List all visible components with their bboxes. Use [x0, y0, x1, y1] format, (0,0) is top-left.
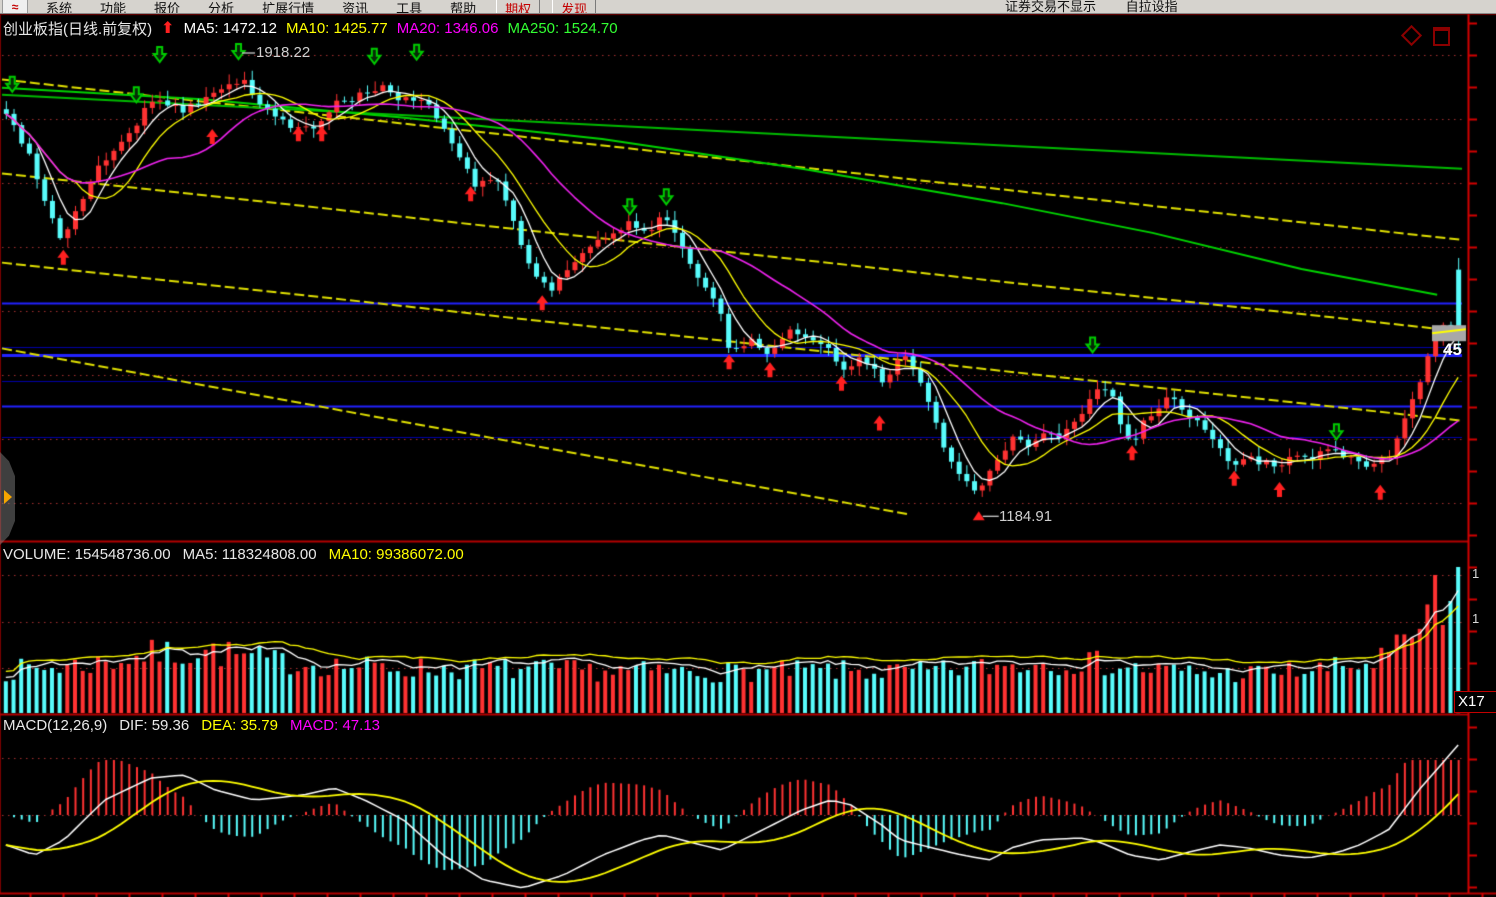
menu-item-options[interactable]: 期权: [496, 0, 540, 14]
macd-dif: DIF: 59.36: [119, 717, 189, 734]
kline-chart-canvas[interactable]: [0, 0, 1496, 897]
trend-up-arrow-icon: ⬆: [161, 24, 174, 34]
status-trade-display[interactable]: 证券交易不显示: [1005, 0, 1096, 14]
menu-item-system[interactable]: 系统: [32, 0, 86, 14]
ma20-legend: MA20: 1346.06: [397, 20, 499, 37]
volume-ma10: MA10: 99386072.00: [329, 546, 464, 563]
macd-value: MACD: 47.13: [290, 717, 380, 734]
high-price-label: 1918.22: [256, 44, 310, 61]
page-title: 创业板指(日线.前复权): [3, 18, 152, 39]
ma250-legend: MA250: 1524.70: [507, 20, 617, 37]
macd-title: MACD(12,26,9): [3, 717, 107, 734]
menu-item-tools[interactable]: 工具: [382, 0, 436, 14]
menu-bar: ≈ 系统 功能 报价 分析 扩展行情 资讯 工具 帮助 期权 发现 证券交易不显…: [0, 0, 1496, 14]
status-custom-indicator[interactable]: 自拉设指: [1126, 0, 1178, 14]
terminal-window: ≈ 系统 功能 报价 分析 扩展行情 资讯 工具 帮助 期权 发现 证券交易不显…: [0, 0, 1496, 897]
volume-axis-label-2: 1: [1472, 611, 1479, 626]
macd-dea: DEA: 35.79: [201, 717, 278, 734]
volume-header: VOLUME: 154548736.00 MA5: 118324808.00 M…: [3, 546, 464, 563]
volume-ma5: MA5: 118324808.00: [183, 546, 317, 563]
last-price-partial-label: 45: [1443, 340, 1462, 360]
expand-arrow-icon: [4, 490, 12, 504]
menu-item-analysis[interactable]: 分析: [194, 0, 248, 14]
menu-item-quotes[interactable]: 报价: [140, 0, 194, 14]
volume-value: VOLUME: 154548736.00: [3, 546, 171, 563]
menu-item-news[interactable]: 资讯: [328, 0, 382, 14]
macd-header: MACD(12,26,9) DIF: 59.36 DEA: 35.79 MACD…: [3, 717, 380, 734]
menu-item-function[interactable]: 功能: [86, 0, 140, 14]
volume-scale-badge: X17: [1454, 691, 1496, 713]
ma5-legend: MA5: 1472.12: [184, 20, 277, 37]
volume-axis-label-1: 1: [1472, 566, 1479, 581]
main-chart-header: 创业板指(日线.前复权) ⬆ MA5: 1472.12 MA10: 1425.7…: [3, 18, 618, 39]
window-tile-icon[interactable]: [1433, 27, 1450, 46]
ma10-legend: MA10: 1425.77: [286, 20, 388, 37]
menu-item-discover[interactable]: 发现: [552, 0, 596, 14]
menu-item-help[interactable]: 帮助: [436, 0, 490, 14]
menu-item-extended[interactable]: 扩展行情: [248, 0, 328, 14]
app-logo-icon[interactable]: ≈: [2, 0, 28, 14]
low-price-label: 1184.91: [999, 508, 1052, 525]
